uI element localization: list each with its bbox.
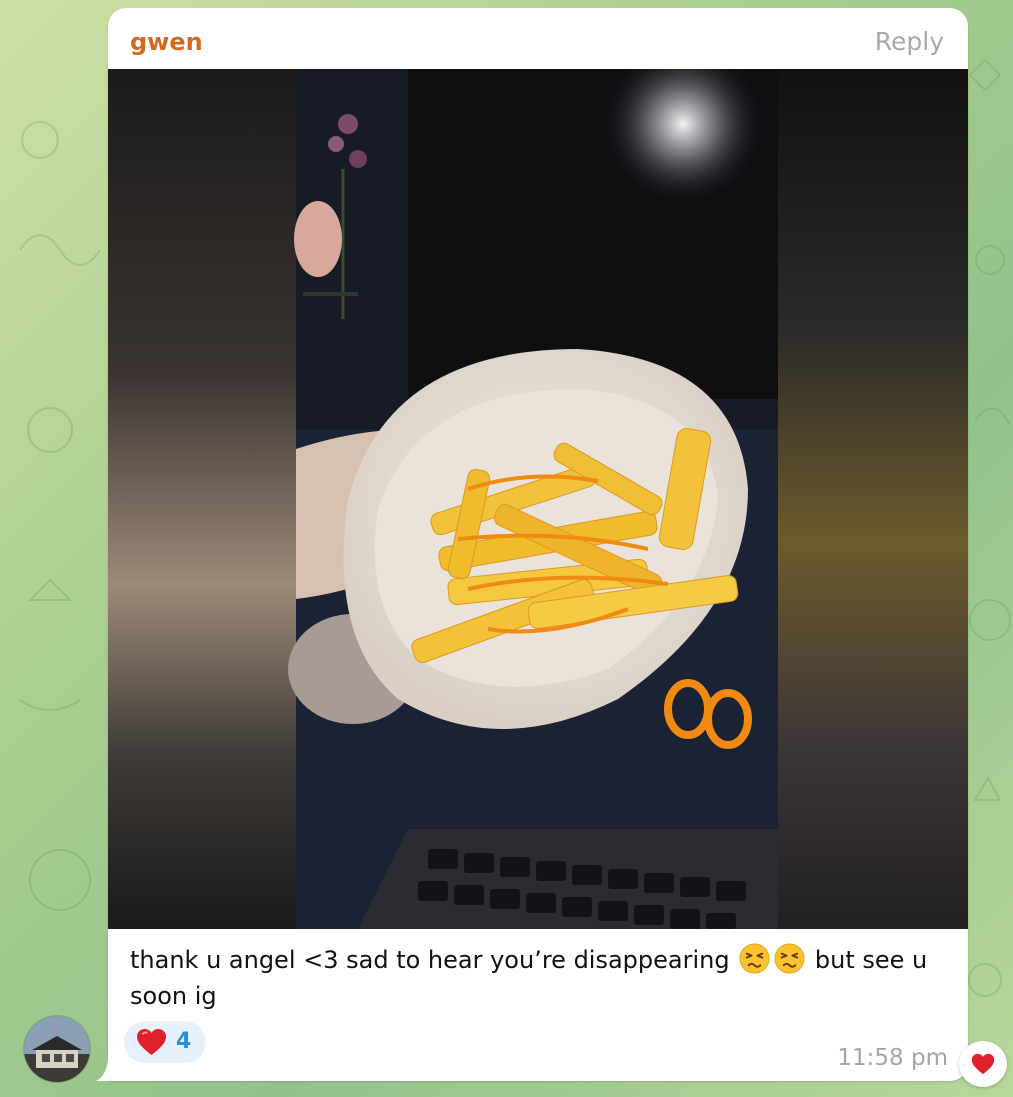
sender-name[interactable]: gwen [130, 27, 203, 57]
reply-button[interactable]: Reply [875, 27, 944, 57]
quick-reaction-button[interactable] [959, 1041, 1007, 1087]
reaction-chip[interactable]: 4 [124, 1021, 206, 1063]
red-heart-icon [971, 1053, 995, 1075]
red-heart-icon [137, 1028, 166, 1056]
message-timestamp: 11:58 pm [837, 1045, 948, 1071]
message-header: gwen Reply [108, 8, 968, 69]
keyboard [358, 829, 778, 929]
message-bubble[interactable]: gwen Reply thank u angel <3 sad to hear … [108, 8, 968, 1081]
message-text: thank u angel <3 sad to hear you’re disa… [130, 942, 950, 1014]
reaction-count: 4 [176, 1029, 192, 1054]
persevering-face-icon [774, 943, 805, 974]
fries-photo [108, 69, 968, 929]
sender-avatar[interactable] [24, 1016, 90, 1082]
bubble-tail [96, 1060, 108, 1081]
persevering-face-icon [739, 943, 770, 974]
photo-attachment[interactable] [108, 69, 968, 929]
message-text-part1: thank u angel <3 sad to hear you’re disa… [130, 946, 730, 974]
